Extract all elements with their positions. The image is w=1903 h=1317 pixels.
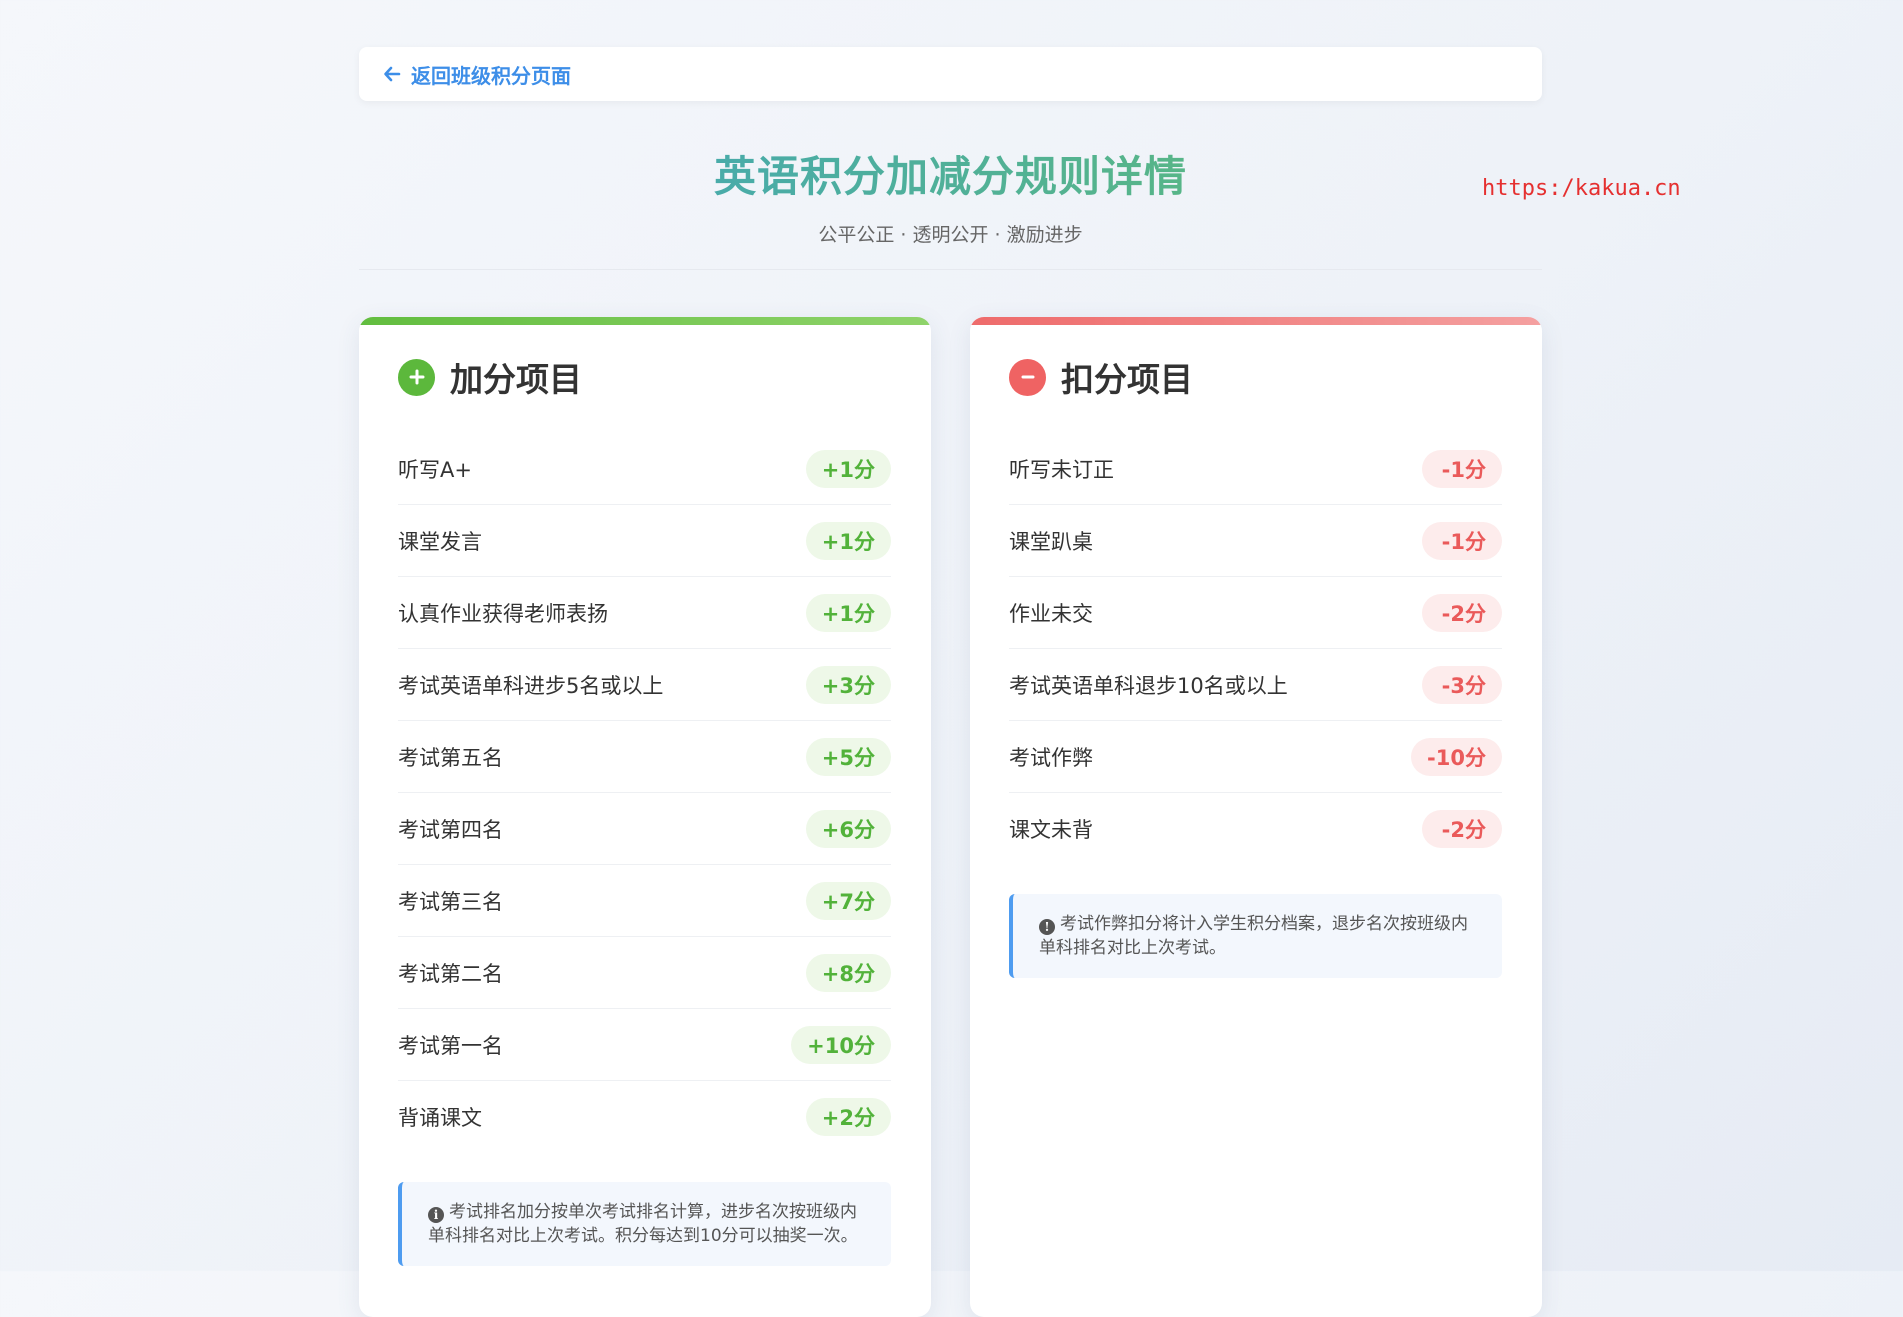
plus-card-note: i 考试排名加分按单次考试排名计算，进步名次按班级内单科排名对比上次考试。积分每达… xyxy=(398,1182,891,1266)
plus-card-header: 加分项目 xyxy=(398,357,891,399)
rule-row: 考试第五名 +5分 xyxy=(398,721,891,793)
rule-row: 课堂发言 +1分 xyxy=(398,505,891,577)
points-badge: +1分 xyxy=(805,449,891,488)
page-header: 英语积分加减分规则详情 公平公正 · 透明公开 · 激励进步 xyxy=(359,143,1542,247)
rule-name: 考试英语单科进步5名或以上 xyxy=(398,673,664,698)
plus-rules-list: 听写A+ +1分 课堂发言 +1分 认真作业获得老师表扬 +1分 考试英语单科进步5名或以上… xyxy=(398,433,891,1152)
rule-name: 课文未背 xyxy=(1009,817,1093,842)
rule-name: 课堂发言 xyxy=(398,529,482,554)
back-link[interactable]: 返回班级积分页面 xyxy=(383,60,571,89)
minus-note-text: 考试作弊扣分将计入学生积分档案，退步名次按班级内单科排名对比上次考试。 xyxy=(1039,914,1468,958)
plus-card-accent-bar xyxy=(359,317,931,325)
warning-icon: ! xyxy=(1039,919,1055,935)
points-badge: -3分 xyxy=(1422,665,1502,704)
points-badge: +7分 xyxy=(805,881,891,920)
rule-row: 课文未背 -2分 xyxy=(1009,793,1502,864)
points-badge: -1分 xyxy=(1422,449,1502,488)
rule-name: 认真作业获得老师表扬 xyxy=(398,601,608,626)
rule-name: 考试作弊 xyxy=(1009,745,1093,770)
rule-name: 作业未交 xyxy=(1009,601,1093,626)
points-badge: +10分 xyxy=(791,1025,891,1064)
rule-row: 考试英语单科进步5名或以上 +3分 xyxy=(398,649,891,721)
info-icon: i xyxy=(428,1207,444,1223)
rule-name: 听写未订正 xyxy=(1009,457,1114,482)
rule-name: 背诵课文 xyxy=(398,1105,482,1130)
minus-card: 扣分项目 听写未订正 -1分 课堂趴桌 -1分 作业未交 -2分 考试英语单科退步10名或以… xyxy=(970,317,1542,1317)
points-badge: -10分 xyxy=(1411,737,1502,776)
points-badge: -2分 xyxy=(1422,593,1502,632)
minus-card-accent-bar xyxy=(970,317,1542,325)
rule-name: 考试第三名 xyxy=(398,889,503,914)
rules-cards: 加分项目 听写A+ +1分 课堂发言 +1分 认真作业获得老师表扬 +1分 考试英语单科进步… xyxy=(359,317,1542,1317)
points-badge: -1分 xyxy=(1422,521,1502,560)
rule-name: 考试第一名 xyxy=(398,1033,503,1058)
rule-name: 考试第二名 xyxy=(398,961,503,986)
arrow-left-icon xyxy=(384,66,401,82)
rule-name: 考试第五名 xyxy=(398,745,503,770)
rule-name: 课堂趴桌 xyxy=(1009,529,1093,554)
minus-circle-icon xyxy=(1009,358,1046,396)
minus-card-header: 扣分项目 xyxy=(1009,357,1502,399)
rule-name: 听写A+ xyxy=(398,457,472,482)
back-bar: 返回班级积分页面 xyxy=(359,47,1542,101)
minus-card-note: ! 考试作弊扣分将计入学生积分档案，退步名次按班级内单科排名对比上次考试。 xyxy=(1009,894,1502,978)
rule-row: 考试第四名 +6分 xyxy=(398,793,891,865)
rule-row: 考试第二名 +8分 xyxy=(398,937,891,1009)
plus-card-title: 加分项目 xyxy=(450,360,582,399)
page-title: 英语积分加减分规则详情 xyxy=(359,143,1542,204)
plus-circle-icon xyxy=(398,358,435,396)
page-subtitle: 公平公正 · 透明公开 · 激励进步 xyxy=(818,224,1083,246)
points-badge: +6分 xyxy=(805,809,891,848)
rule-row: 考试第三名 +7分 xyxy=(398,865,891,937)
rule-row: 听写A+ +1分 xyxy=(398,433,891,505)
points-badge: +5分 xyxy=(805,737,891,776)
header-divider xyxy=(359,269,1542,270)
points-badge: +1分 xyxy=(805,593,891,632)
minus-card-title: 扣分项目 xyxy=(1061,360,1193,399)
rule-row: 考试作弊 -10分 xyxy=(1009,721,1502,793)
rule-row: 认真作业获得老师表扬 +1分 xyxy=(398,577,891,649)
rule-row: 听写未订正 -1分 xyxy=(1009,433,1502,505)
points-badge: +8分 xyxy=(805,953,891,992)
plus-card: 加分项目 听写A+ +1分 课堂发言 +1分 认真作业获得老师表扬 +1分 考试英语单科进步… xyxy=(359,317,931,1317)
rule-row: 课堂趴桌 -1分 xyxy=(1009,505,1502,577)
rule-row: 考试第一名 +10分 xyxy=(398,1009,891,1081)
page-container: 返回班级积分页面 英语积分加减分规则详情 公平公正 · 透明公开 · 激励进步 xyxy=(359,47,1542,270)
rule-row: 考试英语单科退步10名或以上 -3分 xyxy=(1009,649,1502,721)
plus-note-text: 考试排名加分按单次考试排名计算，进步名次按班级内单科排名对比上次考试。积分每达到… xyxy=(428,1202,858,1246)
points-badge: +1分 xyxy=(805,521,891,560)
rule-name: 考试英语单科退步10名或以上 xyxy=(1009,673,1288,698)
points-badge: +3分 xyxy=(805,665,891,704)
rule-row: 作业未交 -2分 xyxy=(1009,577,1502,649)
points-badge: -2分 xyxy=(1422,809,1502,848)
rule-name: 考试第四名 xyxy=(398,817,503,842)
rule-row: 背诵课文 +2分 xyxy=(398,1081,891,1152)
minus-rules-list: 听写未订正 -1分 课堂趴桌 -1分 作业未交 -2分 考试英语单科退步10名或以上 -3分考… xyxy=(1009,433,1502,864)
back-link-label: 返回班级积分页面 xyxy=(411,63,571,88)
points-badge: +2分 xyxy=(805,1097,891,1136)
watermark-text: https:/kakua.cn xyxy=(1482,176,1681,201)
